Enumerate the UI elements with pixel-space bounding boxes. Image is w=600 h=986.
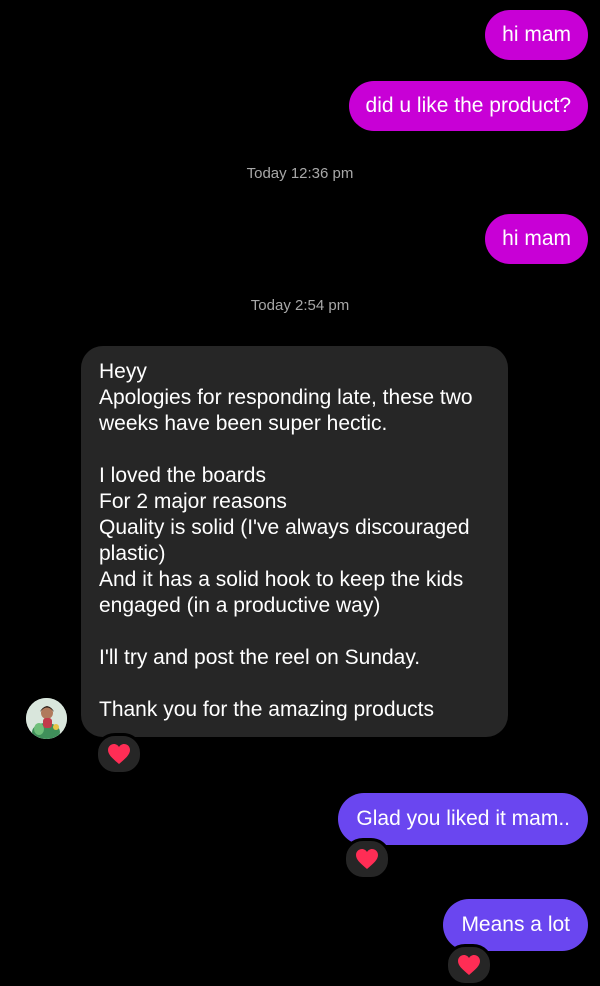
message-text: Means a lot	[461, 913, 570, 936]
message-line: Quality is solid (I've always discourage…	[99, 516, 470, 565]
timestamp: Today 2:54 pm	[250, 297, 350, 314]
message-line: I'll try and post the reel on Sunday.	[99, 646, 421, 669]
avatar[interactable]	[26, 698, 67, 739]
reaction-badge[interactable]	[95, 733, 143, 775]
reaction-badge[interactable]	[445, 944, 493, 986]
message-bubble-outgoing[interactable]: hi mam	[485, 214, 588, 264]
message-line: Thank you for the amazing products	[99, 698, 435, 721]
message-bubble-outgoing[interactable]: did u like the product?	[348, 81, 588, 131]
message-text: hi mam	[502, 227, 571, 250]
message-text: hi mam	[502, 23, 571, 46]
timestamp: Today 12:36 pm	[246, 165, 354, 182]
message-line: For 2 major reasons	[99, 490, 287, 513]
heart-icon	[356, 849, 378, 869]
message-bubble-outgoing[interactable]: hi mam	[485, 10, 588, 60]
reaction-badge[interactable]	[343, 838, 391, 880]
message-text: did u like the product?	[365, 94, 571, 117]
heart-icon	[108, 744, 130, 764]
message-line: And it has a solid hook to keep the kids…	[99, 568, 464, 617]
message-bubble-incoming[interactable]: Heyy Apologies for responding late, thes…	[81, 346, 508, 737]
message-line: Heyy	[99, 360, 147, 383]
message-line: Apologies for responding late, these two…	[99, 386, 473, 435]
message-line: I loved the boards	[99, 464, 266, 487]
message-text: Glad you liked it mam..	[356, 807, 570, 830]
heart-icon	[458, 955, 480, 975]
avatar-image	[26, 698, 67, 739]
message-bubble-outgoing[interactable]: Glad you liked it mam..	[338, 793, 588, 845]
